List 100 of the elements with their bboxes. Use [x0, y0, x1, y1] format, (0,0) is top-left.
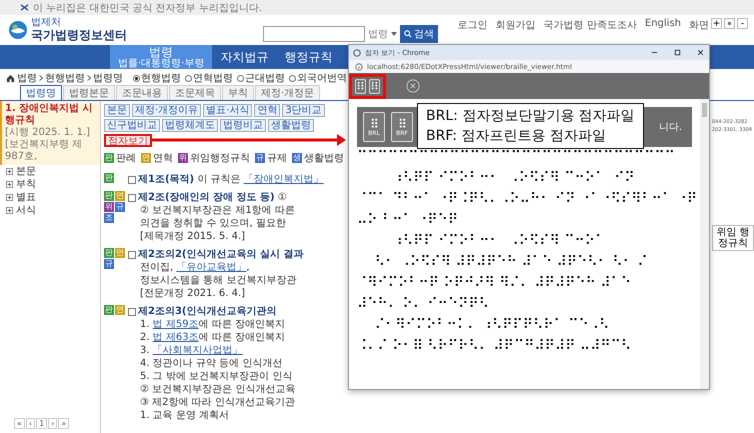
outline-item[interactable]: 서식 [16, 204, 36, 217]
tab[interactable]: 법령명 [20, 85, 62, 100]
utility-link[interactable]: English [644, 18, 681, 29]
article-text: 전이집, 「유아교육법」, [140, 262, 250, 273]
braille-file-icon[interactable] [369, 78, 380, 94]
article-text: 1. 법 제59조에 따른 장애인복지 [140, 319, 285, 330]
law-link[interactable]: 「장애인복지법」 [244, 174, 324, 185]
braille-line: ⠰⠣⠟⠏ ⠊⠍⠕⠃⠒⠂ ⠠⠕⠫⠎⠻ ⠉⠒⠕⠁ ⠊⠝ [392, 169, 636, 188]
tab[interactable]: 조문제목 [169, 85, 221, 100]
article-badge[interactable]: 판 [104, 191, 114, 201]
banner-text: 니다. [658, 121, 682, 134]
search-icon [404, 30, 412, 38]
expand-icon[interactable] [6, 207, 13, 214]
home-icon[interactable] [6, 74, 15, 82]
toolbar-button[interactable]: 신구법비교 [104, 119, 160, 132]
outline-item[interactable]: 부칙 [16, 178, 36, 191]
notice-text: 이 누리집은 대한민국 공식 전자정부 누리집입니다. [33, 2, 262, 14]
legend-badge: 연 [141, 153, 151, 163]
law-link[interactable]: 「사회복지사업법」 [152, 345, 243, 356]
braille-line: ⠌⠂⠻⠊⠍⠕⠃⠒⠅⠄ ⠰⠣⠟⠏⠟⠣⠗⠁ ⠉⠑⠠⠣ [374, 316, 610, 335]
search-type-radio[interactable]: 근대법령 [237, 71, 285, 85]
article-text: 제2조의2(인식개선교육의 실시 결과 [138, 248, 304, 261]
law-title[interactable]: 1. 장애인복지법 시행규칙 [5, 103, 97, 127]
article-badge[interactable]: 규 [115, 202, 125, 212]
logo-org: 법제처 [31, 18, 62, 29]
article-text: [제목개정 2015. 5. 4.] [140, 231, 246, 242]
breadcrumb-link[interactable]: 법령명 [93, 71, 123, 85]
close-icon[interactable] [696, 48, 705, 57]
expand-icon[interactable] [6, 168, 13, 175]
toolbar-button[interactable]: 3단비교 [282, 104, 325, 117]
braille-line: ⠰⠣⠟⠏ ⠊⠍⠕⠃⠒⠂ ⠠⠕⠫⠎⠻ ⠉⠒⠕⠁ [392, 232, 606, 251]
search-scope[interactable]: 법령 [368, 27, 388, 41]
utility-link[interactable]: 국가법령 만족도조사 [544, 18, 637, 32]
toolbar-button[interactable]: 점자보기 [104, 134, 152, 147]
zoom-reset-icon[interactable] [724, 18, 735, 29]
article-checkbox[interactable] [128, 250, 136, 258]
tab[interactable]: 법령본문 [63, 85, 115, 100]
article-badge[interactable]: 위 [104, 202, 114, 212]
zoom-in-button[interactable]: + [711, 18, 722, 29]
zoom-out-button[interactable]: - [737, 18, 748, 29]
toolbar-button[interactable]: 연혁 [254, 104, 280, 117]
tab[interactable]: 제정·개정문 [255, 85, 320, 100]
article-badge[interactable]: 판 [104, 173, 114, 183]
outline-item[interactable]: 별표 [16, 191, 36, 204]
maximize-icon[interactable] [673, 48, 682, 57]
breadcrumb-link[interactable]: 현행법령 [45, 71, 85, 85]
article-text: 제2조의3(인식개선교육기관의 [138, 305, 276, 318]
pager-button[interactable]: 1 [36, 418, 48, 429]
utility-link[interactable]: 로그인 [458, 18, 488, 32]
law-link[interactable]: 「유아교육법」 [176, 262, 246, 273]
law-link[interactable]: 법 제59조 [152, 319, 199, 330]
toolbar-button[interactable]: 제정·개정이유 [132, 104, 202, 117]
caret-icon[interactable] [391, 32, 397, 36]
pager-button[interactable]: › [48, 418, 58, 429]
expand-icon[interactable] [6, 194, 13, 201]
search-type-radio[interactable]: 연혁법령 [185, 71, 233, 85]
nav-item[interactable]: 자치법규 [212, 45, 276, 69]
nav-item[interactable]: 행정규칙 [276, 45, 340, 69]
pager-button[interactable]: ‹ [26, 418, 36, 429]
toolbar-button[interactable]: 별표·서식 [203, 104, 252, 117]
braille-line: ⠼⠑⠓⠄ ⠕⠄ ⠊⠒⠑⠝⠟⠣ [357, 295, 490, 314]
toolbar-button[interactable]: 법령체계도 [162, 119, 218, 132]
callout-text: BRF: 점자프린트용 점자파일 [426, 127, 607, 146]
article-badge[interactable]: 판 [104, 305, 114, 315]
toolbar-button[interactable]: 생활법령 [268, 119, 314, 132]
delegated-rules-button[interactable]: 위임 행정규칙 [712, 225, 754, 251]
article-text: 5. 그 밖에 보건복지부장관이 인식 [140, 371, 292, 382]
article-badge[interactable]: 조 [104, 213, 114, 223]
utility-link[interactable]: 회원가입 [496, 18, 536, 32]
legend-badge: 생 [292, 153, 302, 163]
close-circle-icon[interactable] [406, 79, 420, 93]
toolbar-button[interactable]: 법령비교 [220, 119, 266, 132]
legend-label: 위임행정규칙 [190, 152, 250, 165]
article-text: 2. 법 제63조에 따른 장애인복지 [140, 332, 285, 343]
braille-file-icon[interactable] [355, 78, 366, 94]
search-type-radio[interactable]: 외국어번역 [289, 71, 347, 85]
logo-title: 국가법령정보센터 [31, 28, 127, 42]
law-link[interactable]: 법 제63조 [152, 332, 199, 343]
pager-button[interactable]: » [58, 418, 70, 429]
toolbar-button[interactable]: 본문 [104, 104, 130, 117]
article-checkbox[interactable] [128, 194, 136, 202]
tab[interactable]: 조문내용 [116, 85, 168, 100]
search-type-radio[interactable]: 현행법령 [133, 71, 181, 85]
article-text: 제2조(장애인의 장애 정도 등) ① [138, 191, 287, 204]
article-text: ② 보건복지부장관은 제1항에 따른 [140, 205, 295, 216]
article-checkbox[interactable] [128, 176, 136, 184]
search-field[interactable] [263, 26, 365, 42]
search-button[interactable]: 검색 [400, 25, 438, 43]
pager-button[interactable]: « [14, 418, 25, 429]
nav-item[interactable]: 법령 법률·대통령령·부령 [110, 45, 212, 69]
braille-line: ⠉⠉⠉⠉⠉⠉⠉⠉⠉⠉⠉⠉⠉⠉⠉⠉⠉⠉⠉⠉⠉⠉⠉⠉⠉⠉⠉⠉⠉⠉⠉ [357, 148, 676, 167]
legend-label: 규제 [267, 152, 287, 165]
expand-icon[interactable] [6, 181, 13, 188]
logo-icon [8, 20, 28, 40]
article-badge[interactable]: 규 [104, 259, 114, 269]
tab[interactable]: 부칙 [222, 85, 254, 100]
article-checkbox[interactable] [128, 308, 136, 316]
article-badge[interactable]: 판 [104, 248, 114, 258]
breadcrumb-link[interactable]: 법령 [17, 71, 37, 85]
outline-item[interactable]: 본문 [16, 165, 36, 178]
